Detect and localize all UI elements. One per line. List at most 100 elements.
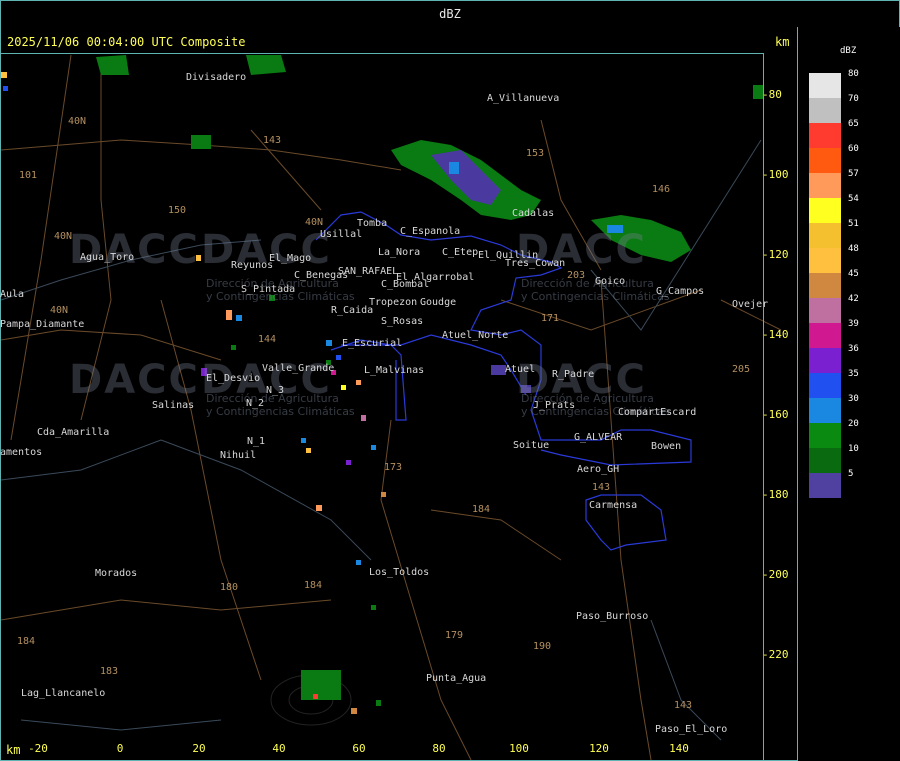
road-label: 179 bbox=[445, 630, 464, 641]
place-label: Atuel bbox=[505, 364, 536, 375]
road-label: 171 bbox=[541, 313, 560, 324]
legend-label: 42 bbox=[848, 294, 859, 304]
place-label: R_Padre bbox=[552, 369, 595, 380]
place-label: G_Campos bbox=[656, 286, 705, 297]
place-label: Divisadero bbox=[186, 72, 247, 83]
road-label: 203 bbox=[567, 270, 586, 281]
legend-label: 5 bbox=[848, 469, 854, 479]
place-label: Salinas bbox=[152, 400, 195, 411]
legend-label: 20 bbox=[848, 419, 859, 429]
place-label: Soitue bbox=[513, 440, 550, 451]
legend-label: 80 bbox=[848, 69, 859, 79]
place-label: C_Bombal bbox=[381, 279, 430, 290]
legend-swatch bbox=[809, 173, 841, 198]
place-label: Carmensa bbox=[589, 500, 638, 511]
radar-map[interactable]: DACC Dirección de Agricultura y Continge… bbox=[0, 27, 798, 761]
place-label: SAN_RAFAEL bbox=[338, 266, 399, 277]
x-tick: 120 bbox=[589, 742, 609, 755]
place-label: N_1 bbox=[247, 436, 266, 447]
place-label: CompartEscard bbox=[618, 407, 697, 418]
y-tick: -200 bbox=[762, 568, 789, 581]
road-label: 40N bbox=[54, 231, 73, 242]
place-label: Tomba bbox=[357, 218, 388, 229]
legend-swatch bbox=[809, 323, 841, 348]
place-label: Lag_Llancanelo bbox=[21, 688, 106, 699]
legend-swatch bbox=[809, 73, 841, 98]
road-label: 173 bbox=[384, 462, 403, 473]
place-label: Los_Toldos bbox=[369, 567, 430, 578]
legend-swatch bbox=[809, 423, 841, 448]
y-tick: -80 bbox=[762, 88, 782, 101]
legend-label: 48 bbox=[848, 244, 859, 254]
place-label: Bowen bbox=[651, 441, 682, 452]
road-label: 146 bbox=[652, 184, 671, 195]
place-label: G_ALVEAR bbox=[574, 432, 623, 443]
legend-label: 45 bbox=[848, 269, 859, 279]
y-tick: -120 bbox=[762, 248, 789, 261]
road-label: 101 bbox=[19, 170, 38, 181]
place-label: Atuel_Norte bbox=[442, 330, 509, 341]
legend-label: 39 bbox=[848, 319, 859, 329]
road-label: 190 bbox=[533, 641, 552, 652]
place-label: Tres_Cowan bbox=[505, 258, 566, 269]
legend-label: 35 bbox=[848, 369, 859, 379]
legend-label: 70 bbox=[848, 94, 859, 104]
x-tick: 20 bbox=[192, 742, 206, 755]
legend-label: 30 bbox=[848, 394, 859, 404]
road-label: 184 bbox=[472, 504, 491, 515]
legend-label: 60 bbox=[848, 144, 859, 154]
legend-label: 36 bbox=[848, 344, 859, 354]
x-tick: 40 bbox=[272, 742, 286, 755]
place-label: Agua_Toro bbox=[80, 252, 135, 263]
place-label: R_Caida bbox=[331, 305, 374, 316]
place-label: Nihuil bbox=[220, 450, 257, 461]
legend-title: dBZ bbox=[840, 46, 857, 56]
place-label: Morados bbox=[95, 568, 138, 579]
place-label: La_Nora bbox=[378, 247, 421, 258]
title-bar: dBZ bbox=[0, 0, 900, 28]
legend-swatch bbox=[809, 248, 841, 273]
place-label: A_Villanueva bbox=[487, 93, 560, 104]
place-label: Goico bbox=[595, 276, 626, 287]
x-tick: 80 bbox=[432, 742, 446, 755]
legend-label: 57 bbox=[848, 169, 859, 179]
place-label: Ovejer bbox=[732, 299, 769, 310]
x-tick: 60 bbox=[352, 742, 366, 755]
place-label: C_Espanola bbox=[400, 226, 461, 237]
road-label: 184 bbox=[17, 636, 36, 647]
place-label: Pampa_Diamante bbox=[0, 319, 85, 330]
place-label: Cda_Amarilla bbox=[37, 427, 110, 438]
legend-swatch bbox=[809, 123, 841, 148]
place-label: Usillal bbox=[320, 229, 363, 240]
legend-swatch bbox=[809, 398, 841, 423]
y-tick: -220 bbox=[762, 648, 789, 661]
place-label: Reyunos bbox=[231, 260, 274, 271]
x-tick: 140 bbox=[669, 742, 689, 755]
window-title: dBZ bbox=[439, 7, 461, 21]
place-label: Paso_Burroso bbox=[576, 611, 649, 622]
legend-label: 10 bbox=[848, 444, 859, 454]
x-tick: -20 bbox=[28, 742, 48, 755]
road-label: 40N bbox=[50, 305, 69, 316]
place-label: J_Prats bbox=[533, 400, 576, 411]
road-label: 205 bbox=[732, 364, 751, 375]
legend-swatch bbox=[809, 98, 841, 123]
place-label: Aero_GH bbox=[577, 464, 620, 475]
x-tick: 100 bbox=[509, 742, 529, 755]
legend-swatch bbox=[809, 198, 841, 223]
road-label: 150 bbox=[168, 205, 187, 216]
place-label: N_3 bbox=[266, 385, 285, 396]
legend-swatch bbox=[809, 373, 841, 398]
place-label: Paso_El_Loro bbox=[655, 724, 728, 735]
road-label: 40N bbox=[68, 116, 87, 127]
place-label: L_Malvinas bbox=[364, 365, 425, 376]
road-label: 180 bbox=[220, 582, 239, 593]
x-tick: 0 bbox=[116, 742, 124, 755]
place-label: S_Rosas bbox=[381, 316, 424, 327]
road-label: 183 bbox=[100, 666, 119, 677]
y-tick: -100 bbox=[762, 168, 789, 181]
y-tick: -140 bbox=[762, 328, 789, 341]
legend-swatch bbox=[809, 148, 841, 173]
legend-swatch bbox=[809, 273, 841, 298]
place-label: El_Desvio bbox=[206, 373, 261, 384]
